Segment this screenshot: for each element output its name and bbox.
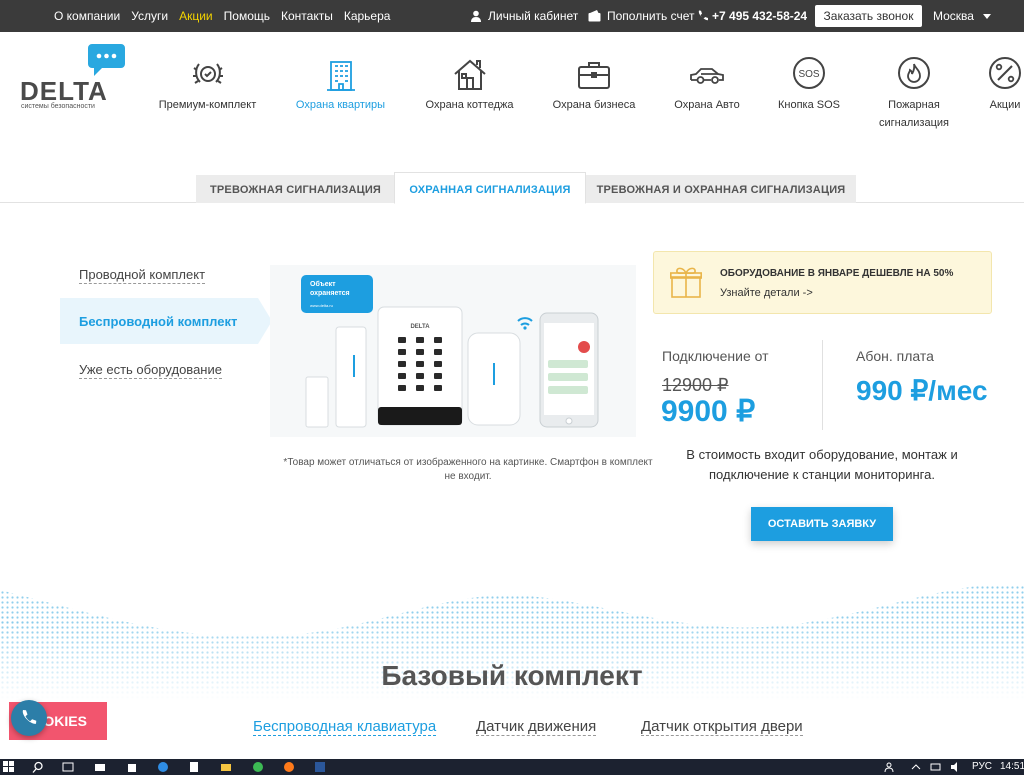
calculator-icon[interactable] (188, 761, 200, 773)
badge-line2: охраняется (310, 290, 350, 297)
side-option-wireless[interactable]: Беспроводной комплект (79, 314, 237, 330)
sos-icon: SOS (793, 57, 825, 89)
category-auto-label: Охрана Авто (674, 99, 740, 111)
category-business[interactable]: Охрана бизнеса (545, 56, 643, 114)
store-icon[interactable] (126, 761, 138, 773)
category-apartment[interactable]: Охрана квартиры (288, 56, 393, 114)
firefox-icon[interactable] (283, 761, 295, 773)
promo-title: ОБОРУДОВАНИЕ В ЯНВАРЕ ДЕШЕВЛЕ НА 50% (720, 268, 954, 279)
edge-icon[interactable] (157, 761, 169, 773)
windows-taskbar: РУС 14:51 (0, 759, 1024, 775)
word-icon[interactable] (314, 761, 326, 773)
promo-banner[interactable]: ОБОРУДОВАНИЕ В ЯНВАРЕ ДЕШЕВЛЕ НА 50% Узн… (653, 251, 992, 314)
category-cottage[interactable]: Охрана коттеджа (418, 56, 521, 114)
cabinet-label: Личный кабинет (488, 9, 579, 23)
battery-icon[interactable] (930, 761, 942, 773)
svg-text:SOS: SOS (798, 69, 819, 80)
topup-link[interactable]: Пополнить счет (588, 0, 695, 32)
phone-number: +7 495 432-58-24 (712, 9, 808, 23)
chat-bubble-logo-icon (88, 44, 125, 76)
search-icon[interactable] (32, 761, 44, 773)
kit-item-motion-sensor[interactable]: Датчик движения (476, 718, 597, 736)
task-view-icon[interactable] (62, 761, 74, 773)
badge-url: www.delta.ru (310, 303, 333, 308)
logo-tagline: системы безопасности (21, 103, 95, 110)
folder-icon[interactable] (220, 761, 232, 773)
nav-career[interactable]: Карьера (344, 9, 391, 23)
wallet-icon (588, 10, 601, 22)
gift-icon (670, 267, 702, 298)
category-promotions-label: Акции (989, 99, 1021, 111)
product-disclaimer: *Товар может отличаться от изображенного… (283, 457, 653, 482)
price-divider (822, 340, 823, 430)
nav-about[interactable]: О компании (54, 9, 120, 23)
whatsapp-icon[interactable] (252, 761, 264, 773)
cabinet-link[interactable]: Личный кабинет (470, 0, 578, 32)
logo[interactable]: DELTA системы безопасности (20, 44, 130, 114)
user-icon (471, 10, 481, 22)
phone-icon (698, 10, 708, 21)
new-price: 9900 ₽ (661, 395, 756, 428)
kit-item-wireless-keypad[interactable]: Беспроводная клавиатура (253, 718, 437, 736)
chevron-up-icon[interactable] (910, 761, 922, 773)
car-icon (690, 68, 724, 84)
city-selector[interactable]: Москва (933, 9, 992, 23)
category-premium[interactable]: Премиум-комплект (150, 56, 265, 114)
category-fire[interactable]: Пожарная сигнализация (868, 56, 960, 132)
alarm-type-tabs: ТРЕВОЖНАЯ СИГНАЛИЗАЦИЯ ОХРАННАЯ СИГНАЛИЗ… (0, 172, 1024, 204)
category-cottage-label: Охрана коттеджа (425, 99, 514, 111)
phone-icon (22, 710, 37, 724)
side-option-own-equipment[interactable]: Уже есть оборудование (79, 362, 222, 379)
briefcase-icon (578, 62, 610, 89)
base-kit-title: Базовый комплект (381, 660, 643, 691)
clock[interactable]: 14:51 (1000, 761, 1024, 772)
percent-icon (989, 57, 1021, 89)
tab-security-alarm[interactable]: ОХРАННАЯ СИГНАЛИЗАЦИЯ (394, 172, 586, 204)
connection-label: Подключение от (662, 348, 769, 364)
fire-icon (898, 57, 930, 89)
badge-line1: Объект (310, 280, 336, 288)
phone-link[interactable]: +7 495 432-58-24 (697, 0, 807, 32)
price-note: В стоимость входит оборудование, монтаж … (686, 447, 958, 482)
product-image: Объект охраняется www.delta.ru DELTA (270, 265, 636, 437)
mail-icon[interactable] (94, 761, 106, 773)
kit-item-door-sensor[interactable]: Датчик открытия двери (641, 718, 803, 736)
keypad-brand: DELTA (410, 324, 430, 330)
nav-help[interactable]: Помощь (224, 9, 270, 23)
tab-panic-alarm[interactable]: ТРЕВОЖНАЯ СИГНАЛИЗАЦИЯ (196, 175, 395, 203)
laurel-badge-icon (192, 63, 223, 84)
category-sos-label: Кнопка SOS (777, 99, 840, 111)
fee-label: Абон. плата (856, 348, 934, 364)
nav-contacts[interactable]: Контакты (281, 9, 333, 23)
city-label: Москва (933, 9, 974, 23)
volume-icon[interactable] (950, 761, 962, 773)
order-call-button[interactable]: Заказать звонок (815, 5, 922, 27)
category-auto[interactable]: Охрана Авто (667, 56, 747, 114)
topup-label: Пополнить счет (607, 9, 695, 23)
people-icon[interactable] (884, 761, 896, 773)
category-fire-label: Пожарная сигнализация (879, 99, 949, 129)
category-promotions[interactable]: Акции (983, 56, 1024, 114)
language-indicator[interactable]: РУС (972, 761, 992, 772)
monthly-fee: 990 ₽/мес (856, 375, 988, 406)
callback-button[interactable] (11, 700, 47, 736)
submit-request-button[interactable]: ОСТАВИТЬ ЗАЯВКУ (751, 507, 893, 541)
top-bar: О компании Услуги Акции Помощь Контакты … (0, 0, 1024, 32)
top-nav: О компании Услуги Акции Помощь Контакты … (54, 9, 390, 23)
nav-promotions[interactable]: Акции (179, 9, 213, 23)
category-premium-label: Премиум-комплект (158, 99, 257, 111)
nav-services[interactable]: Услуги (131, 9, 168, 23)
category-sos[interactable]: SOS Кнопка SOS (770, 56, 848, 114)
old-price: 12900 ₽ (662, 375, 729, 395)
side-option-wired[interactable]: Проводной комплект (79, 267, 206, 284)
promo-link[interactable]: Узнайте детали -> (720, 287, 813, 299)
category-business-label: Охрана бизнеса (552, 99, 636, 111)
house-icon (453, 59, 486, 90)
chevron-down-icon (983, 13, 992, 19)
category-apartment-label: Охрана квартиры (295, 99, 386, 111)
tab-panic-and-security-alarm[interactable]: ТРЕВОЖНАЯ И ОХРАННАЯ СИГНАЛИЗАЦИЯ (586, 175, 856, 203)
windows-start-icon[interactable] (3, 761, 15, 773)
apartment-building-icon (326, 61, 355, 91)
